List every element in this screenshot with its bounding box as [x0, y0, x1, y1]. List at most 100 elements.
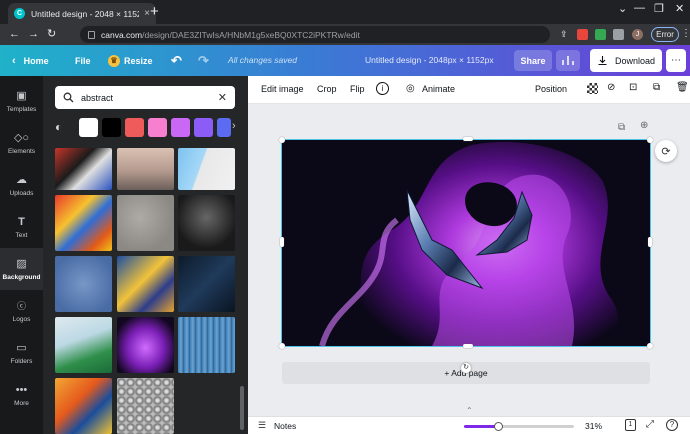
help-button[interactable]: ?	[666, 419, 678, 431]
share-page-icon[interactable]: ⇪	[560, 27, 568, 41]
maximize-button[interactable]: ❐	[654, 2, 664, 15]
extensions-puzzle-icon[interactable]	[613, 29, 624, 40]
background-thumbnail[interactable]	[55, 317, 112, 373]
duplicate-page-icon[interactable]: ⧉	[618, 122, 625, 133]
resize-handle[interactable]	[647, 137, 653, 143]
resize-handle[interactable]	[280, 237, 284, 247]
extension-icon[interactable]	[577, 29, 588, 40]
crop-button[interactable]: Crop	[317, 84, 337, 94]
background-icon: ▨	[16, 257, 27, 270]
resize-handle[interactable]	[279, 137, 285, 143]
chevron-right-icon[interactable]: ›	[232, 120, 236, 132]
url-bar[interactable]: canva.com /design/DAE3ZITwIsA/HNbM1g5xeB…	[80, 26, 550, 43]
color-swatch[interactable]	[79, 118, 98, 137]
animate-button[interactable]: Animate	[422, 84, 455, 94]
notes-button[interactable]: Notes	[274, 421, 296, 431]
rail-item-background[interactable]: ▨ Background	[0, 248, 43, 290]
close-window-button[interactable]: ✕	[675, 2, 684, 15]
rail-item-uploads[interactable]: ☁ Uploads	[0, 164, 43, 206]
browser-tab-strip: C Untitled design - 2048 × 1152px × + ⌄ …	[0, 0, 690, 24]
resize-button[interactable]: ♛ Resize	[108, 52, 153, 69]
background-thumbnail[interactable]	[178, 195, 235, 251]
zoom-slider[interactable]	[464, 422, 574, 431]
background-thumbnail[interactable]	[117, 148, 174, 190]
rail-item-text[interactable]: T Text	[0, 206, 43, 248]
flip-button[interactable]: Flip	[350, 84, 365, 94]
palette-icon[interactable]: ◐	[55, 118, 71, 137]
browser-error-button[interactable]: Error	[651, 27, 679, 42]
share-button[interactable]: Share	[514, 50, 552, 71]
new-tab-button[interactable]: +	[150, 4, 159, 19]
rail-item-logos[interactable]: ⓒ Logos	[0, 290, 43, 332]
background-thumbnail[interactable]	[117, 378, 174, 434]
color-swatch[interactable]	[148, 118, 167, 137]
browser-menu-icon[interactable]: ⋮	[681, 28, 690, 39]
insights-button[interactable]	[556, 50, 580, 71]
color-swatch[interactable]	[217, 118, 231, 137]
background-thumbnail[interactable]	[117, 317, 174, 373]
rail-item-elements[interactable]: ◇○ Elements	[0, 122, 43, 164]
info-button[interactable]: i	[376, 82, 389, 95]
resize-handle[interactable]	[463, 137, 473, 141]
search-field[interactable]: abstract ✕	[55, 86, 235, 109]
resize-handle[interactable]	[648, 237, 652, 247]
rail-item-more[interactable]: ••• More	[0, 374, 43, 416]
purple-flame-image	[282, 140, 650, 346]
transparency-icon[interactable]	[587, 83, 598, 94]
editor-header: ‹ Home File ♛ Resize ↶ ↷ All changes sav…	[0, 45, 690, 76]
undo-button[interactable]: ↶	[171, 52, 182, 69]
page-count-button[interactable]: 1	[625, 419, 636, 431]
panel-scrollbar[interactable]	[240, 386, 244, 430]
design-page[interactable]	[281, 139, 651, 347]
rail-item-folders[interactable]: ▭ Folders	[0, 332, 43, 374]
clear-search-icon[interactable]: ✕	[218, 91, 227, 104]
chevron-down-icon[interactable]: ⌄	[618, 2, 627, 15]
background-thumbnail[interactable]	[178, 317, 235, 373]
color-swatch[interactable]	[194, 118, 213, 137]
file-menu-button[interactable]: File	[75, 52, 91, 69]
background-thumbnail[interactable]	[178, 256, 235, 312]
duplicate-icon[interactable]: ⧉	[653, 82, 660, 93]
minimize-button[interactable]: —	[634, 2, 645, 14]
resize-handle[interactable]	[279, 343, 285, 349]
color-swatch[interactable]	[102, 118, 121, 137]
search-input[interactable]: abstract	[81, 93, 113, 103]
background-thumbnail[interactable]	[55, 195, 112, 251]
editor-footer: ☰ Notes 31% 1 ⤢ ?	[248, 416, 690, 434]
document-title[interactable]: Untitled design - 2048px × 1152px	[365, 55, 494, 65]
profile-avatar[interactable]: J	[632, 29, 643, 40]
background-thumbnail[interactable]	[55, 256, 112, 312]
color-swatch[interactable]	[171, 118, 190, 137]
resize-handle[interactable]	[463, 344, 473, 348]
edit-image-button[interactable]: Edit image	[261, 84, 304, 94]
download-button[interactable]: Download	[590, 49, 662, 72]
color-swatch[interactable]	[125, 118, 144, 137]
zoom-level[interactable]: 31%	[585, 421, 602, 431]
background-thumbnail[interactable]	[117, 195, 174, 251]
back-icon[interactable]: ←	[9, 27, 20, 41]
zoom-slider-knob[interactable]	[494, 422, 503, 431]
background-thumbnail[interactable]	[178, 148, 235, 190]
rotate-handle-icon[interactable]: ↻	[461, 363, 471, 373]
reload-icon[interactable]: ↻	[47, 27, 56, 41]
forward-icon[interactable]: →	[28, 27, 39, 41]
lock-element-icon[interactable]: ⊡	[629, 82, 637, 93]
more-options-button[interactable]: ⋯	[666, 49, 686, 72]
add-page-icon[interactable]: ⊕	[640, 120, 648, 131]
folders-icon: ▭	[16, 341, 27, 354]
chevron-up-icon[interactable]: ⌃	[466, 406, 473, 415]
redo-button[interactable]: ↷	[198, 52, 209, 69]
trash-icon[interactable]: 🗑	[676, 82, 689, 93]
position-button[interactable]: Position	[535, 84, 567, 94]
fullscreen-icon[interactable]: ⤢	[646, 419, 654, 430]
browser-tab[interactable]: C Untitled design - 2048 × 1152px ×	[8, 3, 156, 24]
magic-refresh-button[interactable]: ⟳	[655, 140, 677, 162]
background-thumbnail[interactable]	[55, 148, 112, 190]
background-thumbnail[interactable]	[117, 256, 174, 312]
resize-handle[interactable]	[647, 343, 653, 349]
link-icon[interactable]: ⊘	[607, 82, 615, 93]
background-thumbnail[interactable]	[55, 378, 112, 434]
rail-item-templates[interactable]: ▣ Templates	[0, 80, 43, 122]
home-button[interactable]: ‹ Home	[12, 52, 49, 69]
extension-check-icon[interactable]	[595, 29, 606, 40]
